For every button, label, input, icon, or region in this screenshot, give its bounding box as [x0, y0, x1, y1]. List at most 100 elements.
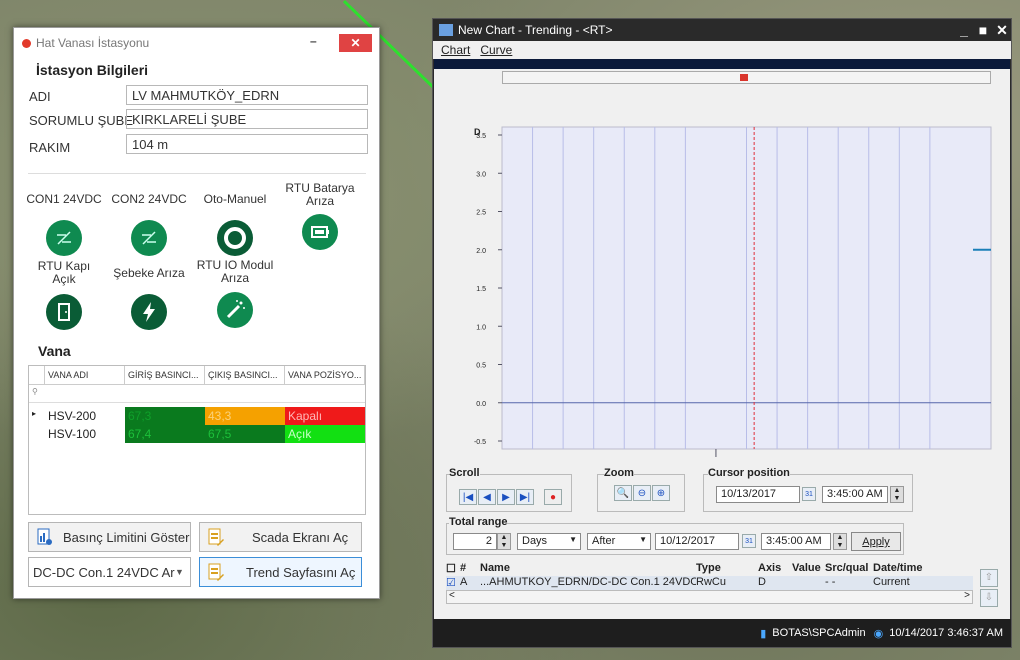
column-header[interactable]: VANA POZİSYO...: [285, 366, 365, 384]
calendar-icon[interactable]: 31: [802, 487, 816, 501]
scroll-forward-icon[interactable]: ▶: [497, 489, 515, 505]
range-time-input[interactable]: 3:45:00 AM: [761, 533, 831, 550]
close-button[interactable]: ✕: [339, 34, 372, 52]
row-selector-icon: ▸: [32, 409, 37, 418]
user-icon: ▮: [760, 627, 767, 640]
range-direction-value: After: [592, 535, 616, 547]
curve-name: ...AHMUTKOY_EDRN/DC-DC Con.1 24VDC: [480, 576, 696, 588]
range-spinner-icon[interactable]: ▲ ▼: [497, 533, 511, 550]
cursor-time-input[interactable]: 3:45:00 AM: [822, 486, 888, 503]
scroll-right-icon[interactable]: >: [964, 590, 970, 601]
document-chart-icon: [37, 528, 53, 546]
range-unit-value: Days: [522, 535, 548, 547]
column-header[interactable]: ÇIKIŞ BASINCI...: [205, 366, 285, 384]
range-direction-select[interactable]: After ▼: [587, 533, 651, 550]
y-tick-label: 0.0: [476, 401, 486, 408]
status-bar: ▮ BOTAS\SPCAdmin ◉ 10/14/2017 3:46:37 AM: [433, 619, 1011, 647]
horizontal-scrollbar[interactable]: < >: [446, 590, 973, 604]
scroll-left-icon[interactable]: <: [449, 590, 455, 601]
curve-axis: D: [758, 576, 766, 588]
button-label: Trend Sayfasını Aç: [246, 564, 356, 580]
scroll-last-icon[interactable]: ▶|: [516, 489, 534, 505]
range-date-input[interactable]: 10/12/2017: [655, 533, 739, 550]
grid-header: VANA ADI GİRİŞ BASINCI... ÇIKIŞ BASINCI.…: [29, 366, 365, 385]
scroll-first-icon[interactable]: |◀: [459, 489, 477, 505]
table-row[interactable]: ☑ A ...AHMUTKOY_EDRN/DC-DC Con.1 24VDC R…: [446, 576, 973, 590]
maximize-icon[interactable]: ■: [975, 22, 991, 38]
minimize-icon[interactable]: _: [956, 22, 972, 38]
status-auto-manual: Oto-Manuel: [196, 184, 274, 256]
field-label-branch: SORUMLU ŞUBE: [29, 113, 134, 128]
power-converter-icon: [131, 220, 167, 256]
y-tick-label: 2.0: [476, 248, 486, 255]
range-time-spinner-icon[interactable]: ▲ ▼: [833, 533, 847, 550]
record-icon[interactable]: ●: [544, 489, 563, 505]
cursor-date-input[interactable]: 10/13/2017: [716, 486, 800, 503]
chevron-down-icon: ▼: [639, 535, 647, 544]
column-header: Date/time: [873, 562, 923, 574]
scroll-group: Scroll |◀ ◀ ▶ ▶| ●: [446, 467, 572, 512]
calendar-icon[interactable]: 31: [742, 534, 756, 548]
field-label-name: ADI: [29, 89, 51, 104]
select-all-checkbox[interactable]: ☐: [446, 562, 460, 576]
trend-chart[interactable]: 6:009:0012:0015:0018:0021:003:006:009:00…: [434, 87, 1010, 457]
zoom-label: Zoom: [604, 467, 634, 479]
apply-button[interactable]: Apply: [851, 532, 901, 551]
curve-type: RwCu: [696, 576, 726, 588]
zoom-reset-icon[interactable]: ⊕: [652, 485, 670, 501]
menu-chart[interactable]: Chart: [441, 43, 470, 57]
zoom-group: Zoom 🔍 ⊖ ⊕: [597, 467, 685, 512]
filter-row[interactable]: ⚲: [29, 385, 365, 403]
document-edit-icon: [208, 563, 224, 581]
close-icon[interactable]: ✕: [994, 22, 1010, 38]
move-up-icon[interactable]: ⇧: [980, 569, 998, 587]
scroll-back-icon[interactable]: ◀: [478, 489, 496, 505]
column-header: Type: [696, 562, 721, 574]
zoom-out-icon[interactable]: ⊖: [633, 485, 651, 501]
column-header[interactable]: GİRİŞ BASINCI...: [125, 366, 205, 384]
row-checkbox[interactable]: ☑: [446, 576, 460, 590]
filter-icon: ⚲: [32, 387, 38, 396]
range-number-input[interactable]: 2: [453, 533, 497, 550]
menu-curve[interactable]: Curve: [480, 43, 512, 57]
y-tick-label: 2.5: [476, 210, 486, 217]
cursor-marker[interactable]: [740, 74, 748, 81]
status-label: RTU IO Modul Arıza: [196, 258, 274, 285]
scroll-label: Scroll: [449, 467, 480, 479]
column-header: Name: [480, 562, 510, 574]
valve-name: HSV-200: [48, 409, 97, 423]
timeline-navigator[interactable]: [502, 71, 991, 84]
navigation-strip: [434, 59, 1010, 69]
magic-wand-icon: [217, 292, 253, 328]
move-down-icon[interactable]: ⇩: [980, 589, 998, 607]
valve-position: Açık: [285, 425, 365, 443]
field-label-altitude: RAKIM: [29, 140, 71, 155]
altitude-field[interactable]: 104 m: [126, 134, 368, 154]
range-unit-select[interactable]: Days ▼: [517, 533, 581, 550]
chevron-down-icon: ▼: [569, 535, 577, 544]
status-battery: RTU Batarya Arıza: [281, 176, 359, 250]
column-header: #: [460, 562, 467, 574]
cursor-position-group: Cursor position 10/13/2017 31 3:45:00 AM…: [703, 467, 913, 512]
minimize-button[interactable]: –: [310, 34, 317, 48]
door-icon: [46, 294, 82, 330]
open-scada-button[interactable]: Scada Ekranı Aç: [199, 522, 362, 552]
column-header[interactable]: VANA ADI: [45, 366, 125, 384]
table-row[interactable]: ▸ HSV-200 67,3 43,3 Kapalı: [29, 407, 365, 425]
station-name-field[interactable]: LV MAHMUTKÖY_EDRN: [126, 85, 368, 105]
time-spinner-icon[interactable]: ▲ ▼: [890, 486, 904, 503]
valve-section-title: Vana: [38, 343, 71, 359]
grid-corner: [29, 366, 45, 384]
power-converter-icon: [46, 220, 82, 256]
status-label: Oto-Manuel: [203, 191, 267, 206]
trend-window: New Chart - Trending - <RT> _ ■ ✕ Chart …: [432, 18, 1012, 648]
fault-select[interactable]: DC-DC Con.1 24VDC Arızı ▼: [28, 557, 191, 587]
y-tick-label: 3.0: [476, 171, 486, 178]
branch-field[interactable]: KIRKLARELİ ŞUBE: [126, 109, 368, 129]
zoom-in-icon[interactable]: 🔍: [614, 485, 632, 501]
status-time: 10/14/2017 3:46:37 AM: [889, 627, 1003, 639]
open-trend-button[interactable]: Trend Sayfasını Aç: [199, 557, 362, 587]
show-pressure-limits-button[interactable]: Basınç Limitini Göster: [28, 522, 191, 552]
table-row[interactable]: HSV-100 67,4 67,5 Açık: [29, 425, 365, 443]
trend-title: New Chart - Trending - <RT>: [458, 23, 613, 37]
